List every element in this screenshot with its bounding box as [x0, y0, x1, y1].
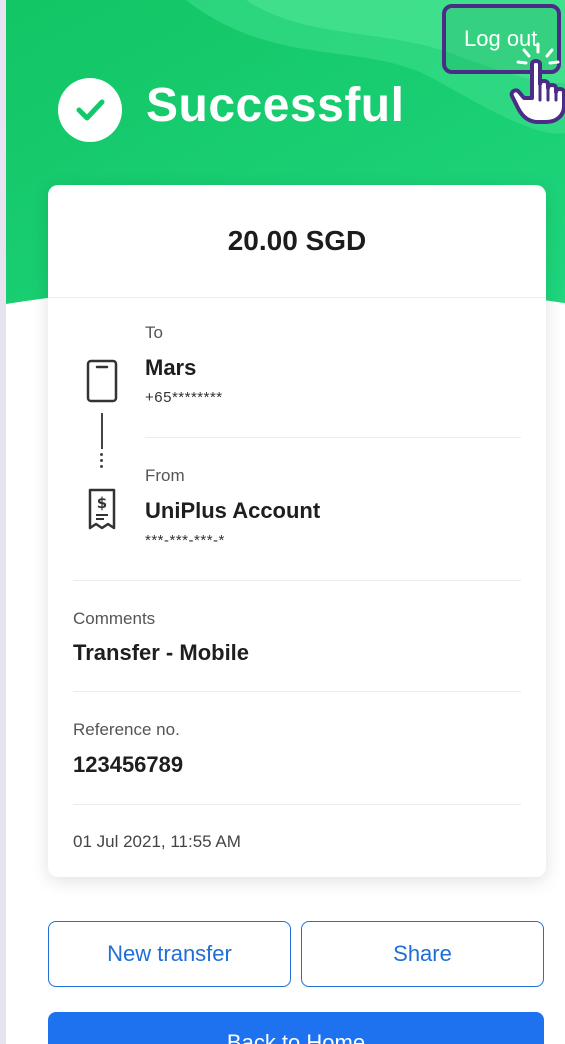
- check-circle-icon: [58, 78, 122, 142]
- transfer-connector-dots: [100, 453, 104, 471]
- source-account-name: UniPlus Account: [145, 498, 321, 523]
- amount-divider: [48, 297, 546, 298]
- success-title: Successful: [146, 79, 405, 132]
- hand-pointer-icon: [508, 40, 565, 124]
- recipient-number: +65********: [145, 389, 223, 406]
- reference-divider: [73, 804, 521, 805]
- back-to-home-button[interactable]: Back to Home: [48, 1012, 544, 1044]
- comments-value: Transfer - Mobile: [73, 640, 250, 665]
- comments-divider: [73, 691, 521, 692]
- transfer-success-screen: Successful Log out 20.00 SGD $ To Mars +…: [0, 0, 565, 1044]
- reference-value: 123456789: [73, 752, 184, 777]
- reference-label: Reference no.: [73, 720, 180, 739]
- account-document-icon: $: [86, 486, 118, 537]
- receipt-card: 20.00 SGD $ To Mars +65******** From Uni…: [48, 185, 546, 877]
- new-transfer-button[interactable]: New transfer: [48, 921, 291, 987]
- to-from-divider: [145, 437, 521, 438]
- from-divider: [73, 580, 521, 581]
- comments-label: Comments: [73, 609, 156, 628]
- share-button[interactable]: Share: [301, 921, 544, 987]
- phone-icon: [86, 359, 118, 408]
- to-label: To: [145, 323, 163, 342]
- recipient-name: Mars: [145, 355, 197, 380]
- source-account-number: ***-***-***-*: [145, 532, 225, 549]
- transaction-datetime: 01 Jul 2021, 11:55 AM: [73, 832, 241, 851]
- transfer-amount: 20.00 SGD: [227, 225, 367, 256]
- transfer-connector-line: [101, 413, 103, 449]
- svg-text:$: $: [97, 494, 107, 512]
- from-label: From: [145, 466, 185, 485]
